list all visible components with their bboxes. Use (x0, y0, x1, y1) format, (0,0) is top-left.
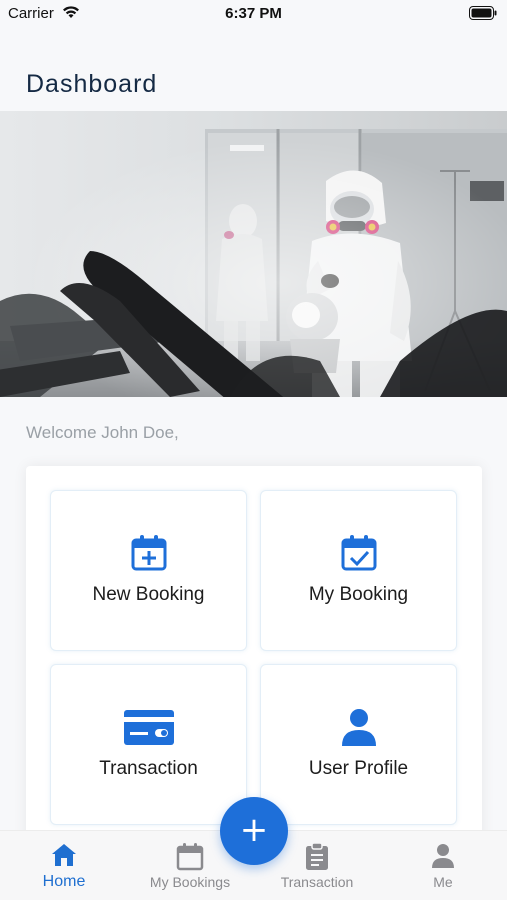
tab-me-label: Me (433, 874, 453, 890)
status-bar: Carrier 6:37 PM (0, 0, 507, 30)
new-booking-card[interactable]: New Booking (50, 490, 247, 651)
calendar-plus-icon (51, 534, 246, 577)
transaction-card[interactable]: Transaction (50, 664, 247, 825)
transaction-label: Transaction (99, 758, 198, 779)
welcome-message: Welcome John Doe, (26, 423, 179, 442)
tab-home-label: Home (42, 873, 86, 890)
battery-icon (469, 6, 497, 25)
my-booking-label: My Booking (308, 584, 409, 605)
tab-transaction-label: Transaction (280, 874, 354, 890)
calendar-check-icon (261, 534, 456, 577)
home-icon (14, 843, 114, 872)
tab-home[interactable]: Home (14, 831, 114, 900)
add-button[interactable]: + (220, 797, 288, 865)
hero-image (0, 111, 507, 397)
clock: 6:37 PM (225, 5, 282, 22)
user-profile-card[interactable]: User Profile (260, 664, 457, 825)
tab-me[interactable]: Me (393, 831, 493, 900)
user-profile-label: User Profile (308, 758, 409, 779)
credit-card-icon (51, 708, 246, 751)
my-booking-card[interactable]: My Booking (260, 490, 457, 651)
page-title: Dashboard (26, 70, 158, 98)
dashboard-menu-panel: New Booking My Booking Transaction User … (26, 466, 482, 846)
tab-my-bookings-label: My Bookings (149, 874, 231, 890)
person-icon (393, 843, 493, 874)
new-booking-label: New Booking (92, 584, 205, 605)
user-icon (261, 708, 456, 753)
